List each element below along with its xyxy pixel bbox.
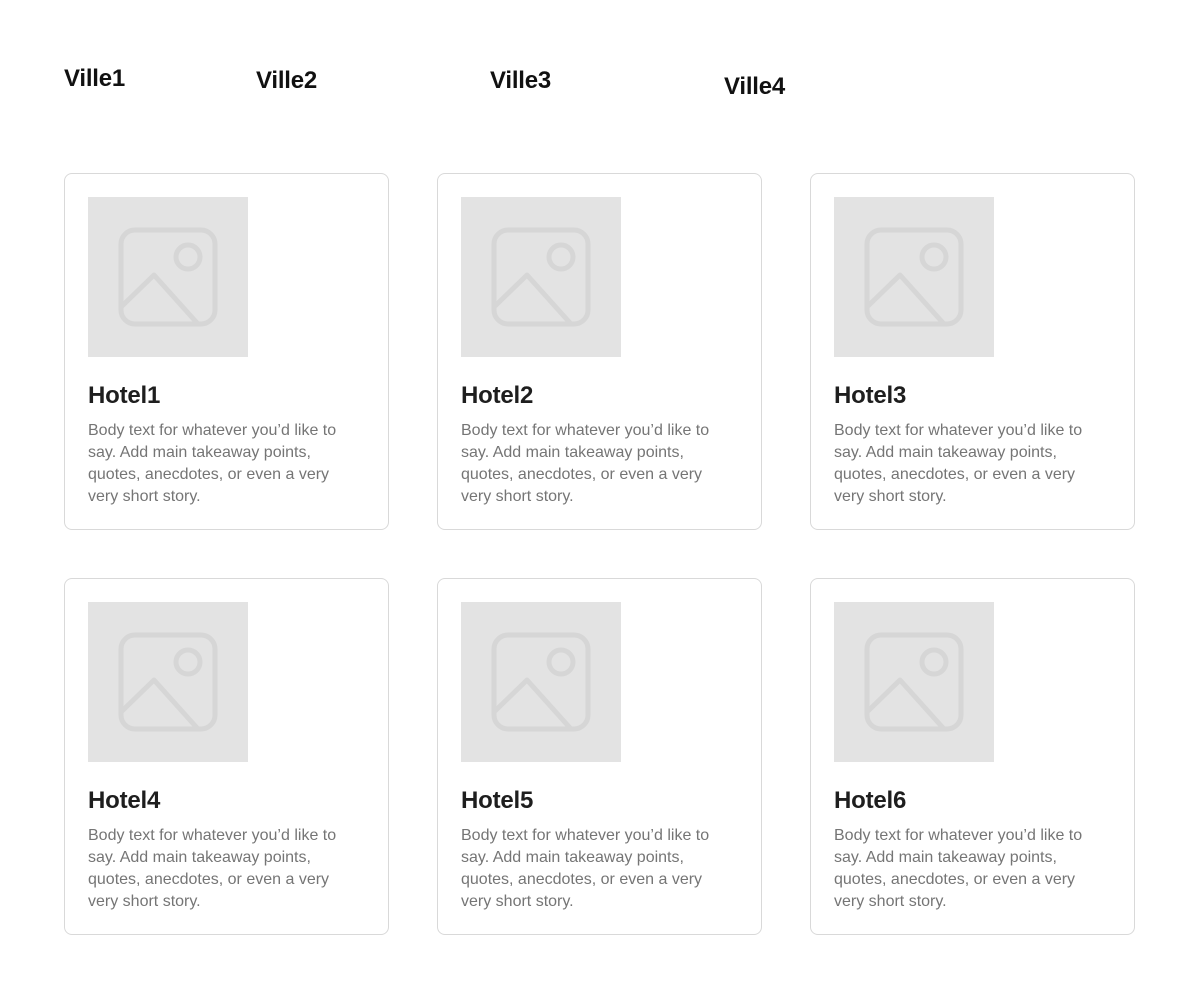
hotel-description: Body text for whatever you’d like to say… [88,422,337,505]
hotel-title: Hotel3 [834,382,907,409]
hotel-description: Body text for whatever you’d like to say… [834,827,1083,910]
hotel-title: Hotel4 [88,787,161,814]
hotel-description: Body text for whatever you’d like to say… [88,827,337,910]
hotel-grid: Hotel1 Body text for whatever you’d like… [64,173,1136,935]
image-placeholder-icon [491,227,591,327]
hotel-title: Hotel6 [834,787,907,814]
hotel-card-1[interactable]: Hotel1 Body text for whatever you’d like… [64,173,389,530]
image-placeholder-icon [118,227,218,327]
city-tab-ville3[interactable]: Ville3 [490,69,551,93]
image-placeholder-icon [491,632,591,732]
hotel-card-4[interactable]: Hotel4 Body text for whatever you’d like… [64,578,389,935]
image-placeholder-icon [864,632,964,732]
hotel-description: Body text for whatever you’d like to say… [461,422,710,505]
image-placeholder [461,197,621,357]
hotel-card-2[interactable]: Hotel2 Body text for whatever you’d like… [437,173,762,530]
image-placeholder [88,197,248,357]
city-tab-ville4[interactable]: Ville4 [724,75,785,99]
image-placeholder [834,602,994,762]
hotel-card-5[interactable]: Hotel5 Body text for whatever you’d like… [437,578,762,935]
hotel-card-3[interactable]: Hotel3 Body text for whatever you’d like… [810,173,1135,530]
image-placeholder [88,602,248,762]
city-tab-ville2[interactable]: Ville2 [256,69,317,93]
image-placeholder [461,602,621,762]
image-placeholder-icon [118,632,218,732]
hotel-description: Body text for whatever you’d like to say… [461,827,710,910]
hotel-title: Hotel5 [461,787,534,814]
hotel-card-6[interactable]: Hotel6 Body text for whatever you’d like… [810,578,1135,935]
image-placeholder-icon [864,227,964,327]
city-tab-ville1[interactable]: Ville1 [64,67,125,91]
hotel-title: Hotel1 [88,382,161,409]
hotel-description: Body text for whatever you’d like to say… [834,422,1083,505]
hotel-title: Hotel2 [461,382,534,409]
image-placeholder [834,197,994,357]
